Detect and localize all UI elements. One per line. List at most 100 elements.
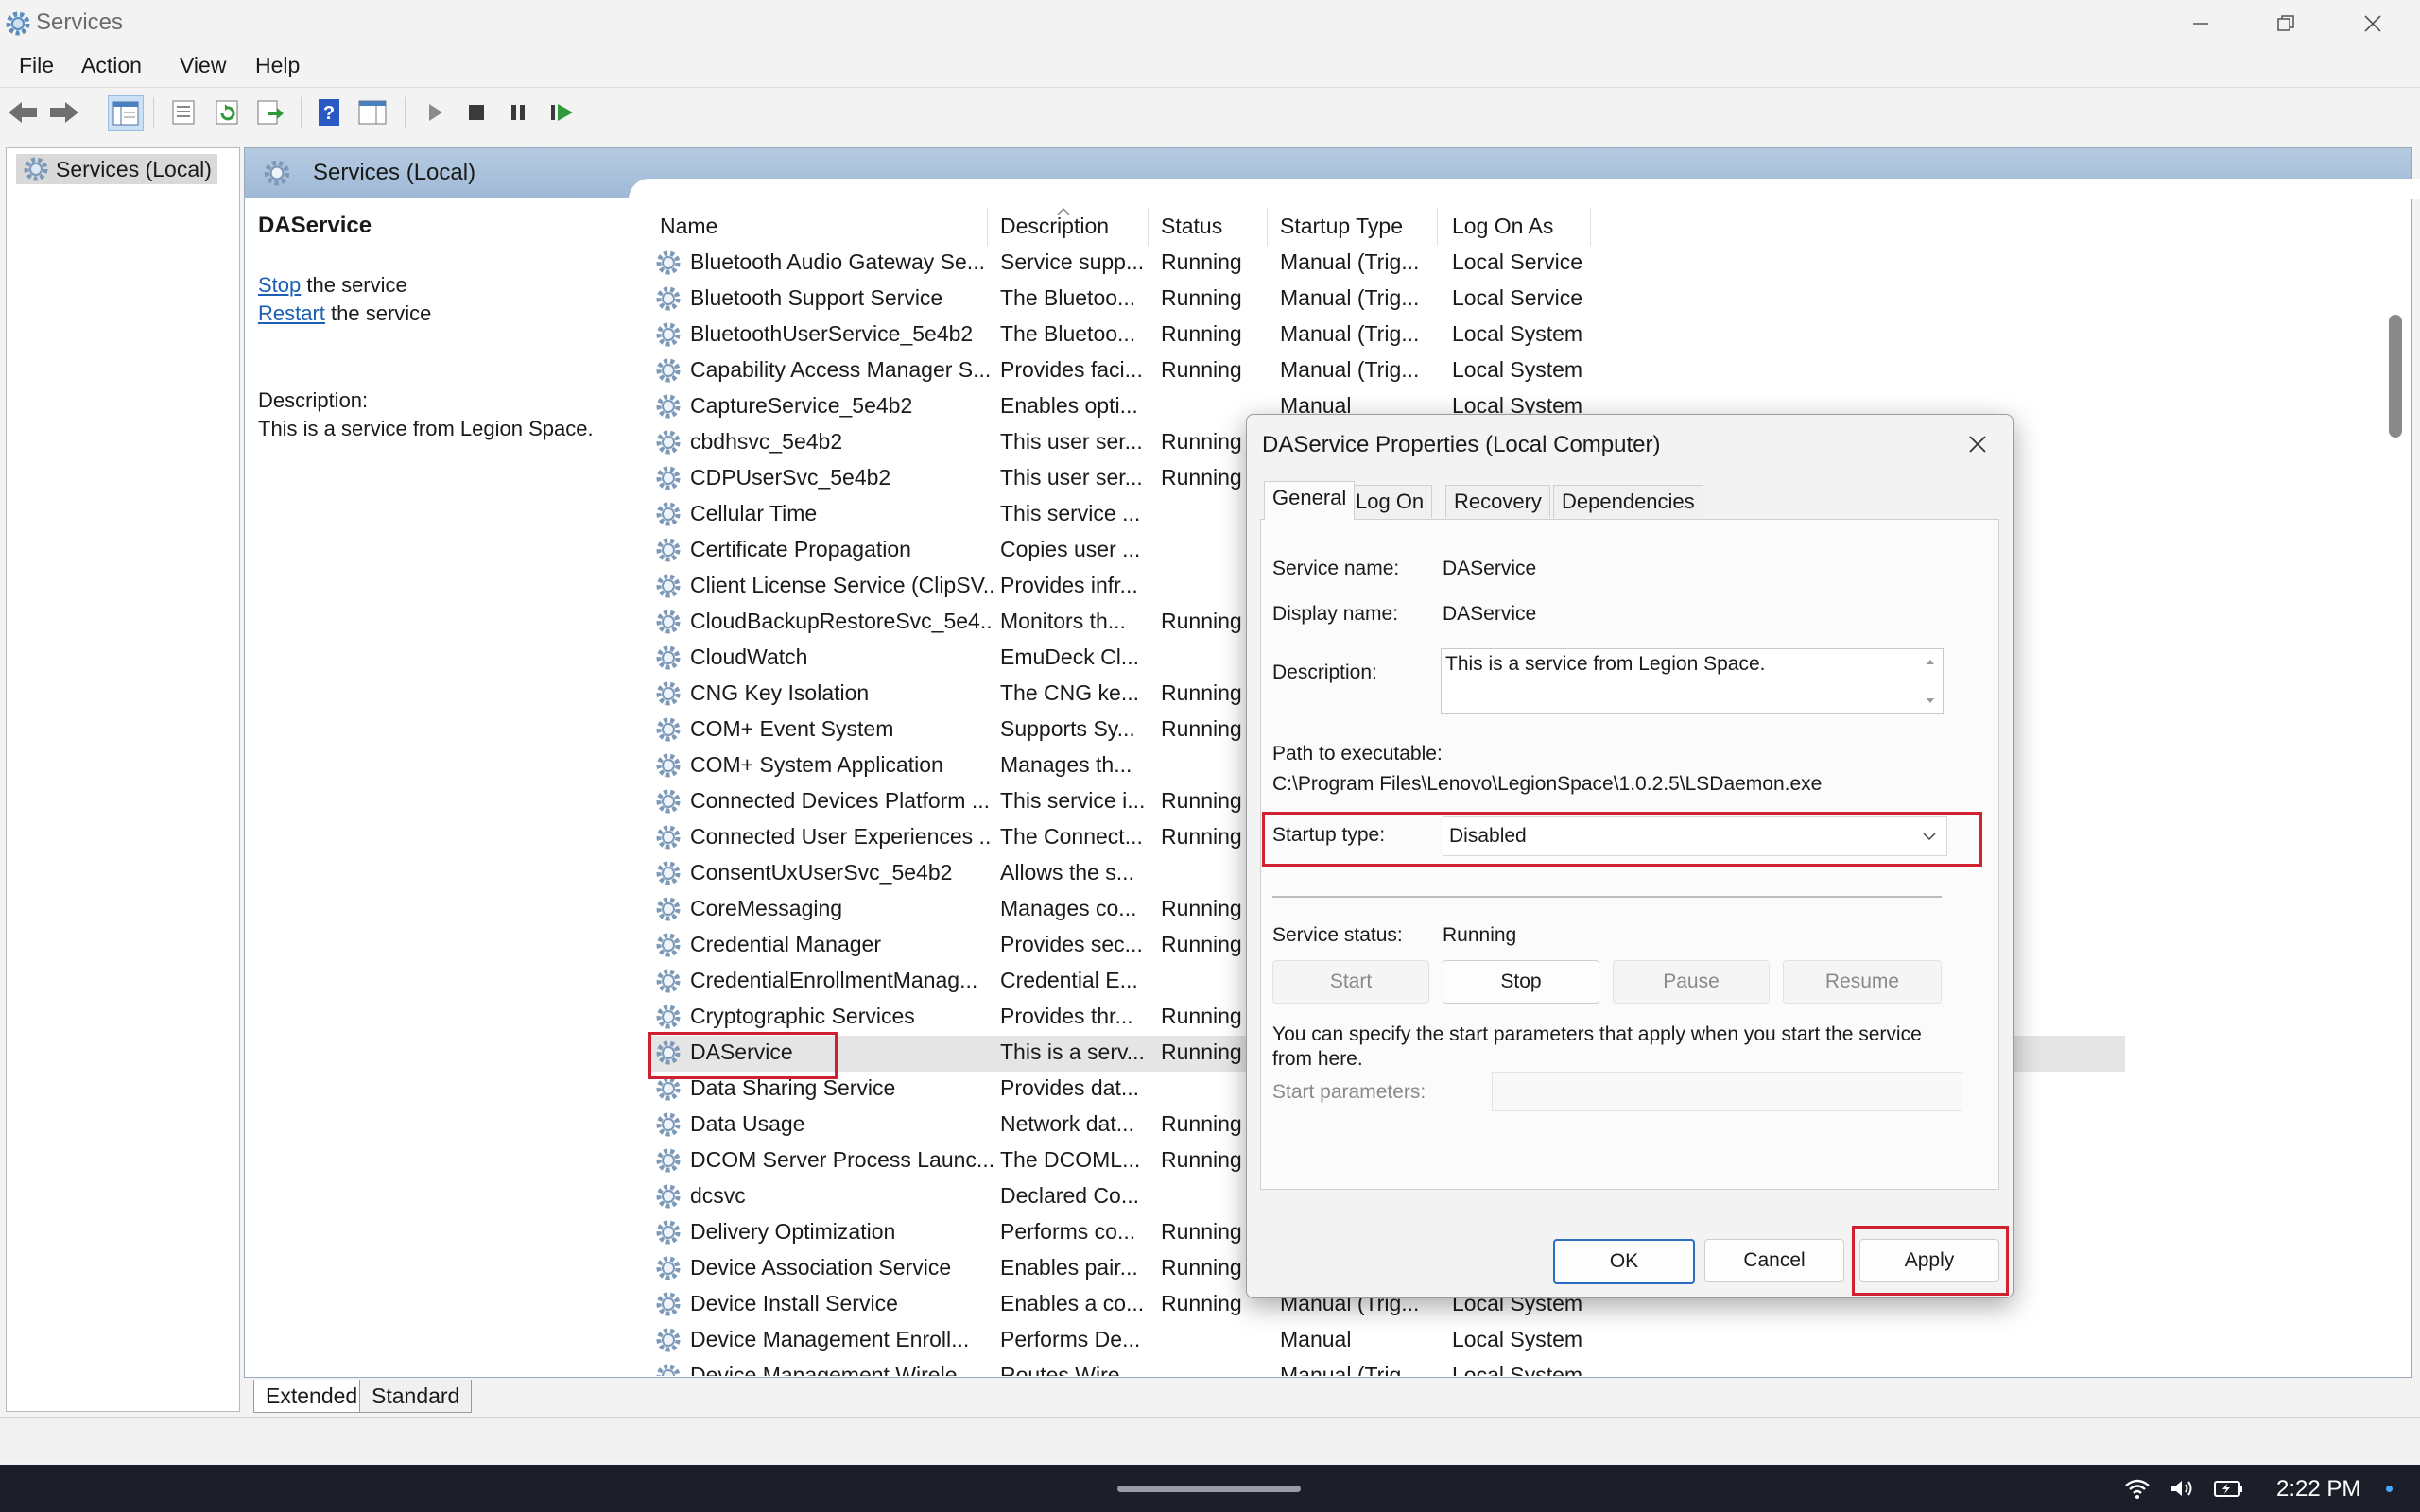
cell-name: DCOM Server Process Launc... — [690, 1147, 993, 1172]
header-curve — [629, 179, 2420, 199]
toolbar-separator — [301, 97, 302, 128]
dialog-close-button[interactable] — [1956, 424, 1999, 464]
tab-recovery[interactable]: Recovery — [1445, 485, 1550, 518]
cell-description: This is a serv... — [1000, 1040, 1145, 1064]
ok-button[interactable]: OK — [1553, 1239, 1695, 1284]
startup-type-value: Disabled — [1449, 825, 1527, 847]
tab-dependencies[interactable]: Dependencies — [1553, 485, 1703, 518]
refresh-button[interactable] — [210, 95, 244, 129]
cell-description: EmuDeck Cl... — [1000, 644, 1139, 669]
service-gear-icon — [656, 502, 681, 526]
pane-header: Services (Local) — [245, 148, 2420, 199]
cell-name: Device Association Service — [690, 1255, 952, 1280]
cell-description: The Bluetoo... — [1000, 285, 1136, 310]
cell-logon: Local System — [1452, 1363, 1583, 1387]
service-gear-icon — [656, 717, 681, 742]
home-indicator[interactable] — [1117, 1486, 1301, 1492]
close-window-button[interactable] — [2329, 0, 2416, 47]
pause-service-button[interactable] — [501, 95, 535, 129]
start-service-button[interactable] — [418, 95, 452, 129]
table-row[interactable]: BluetoothUserService_5e4b2 The Bluetoo...… — [650, 318, 2125, 353]
restore-button[interactable] — [2242, 0, 2329, 47]
service-status-value: Running — [1443, 924, 1517, 946]
column-divider — [1437, 208, 1438, 246]
battery-icon[interactable] — [2214, 1474, 2242, 1503]
cancel-button[interactable]: Cancel — [1704, 1239, 1844, 1282]
cell-name: DAService — [690, 1040, 793, 1064]
start-params-input[interactable] — [1492, 1072, 1962, 1111]
help-icon: ? — [319, 99, 339, 126]
start-button[interactable]: Start — [1272, 960, 1429, 1004]
column-header-description[interactable]: Description — [1000, 214, 1109, 239]
taskbar-clock[interactable]: 2:22 PM — [2276, 1476, 2360, 1503]
cell-startup: Manual (Trig... — [1280, 1363, 1420, 1387]
description-value: This is a service from Legion Space. — [1445, 653, 1766, 675]
menu-action[interactable]: Action — [81, 53, 142, 78]
export-list-button[interactable] — [253, 95, 287, 129]
tab-standard[interactable]: Standard — [359, 1380, 473, 1413]
status-bar — [0, 1418, 2420, 1460]
column-divider — [1590, 208, 1591, 246]
cell-name: Device Management Enroll... — [690, 1327, 970, 1351]
column-header-name[interactable]: Name — [660, 214, 717, 239]
pause-button[interactable]: Pause — [1613, 960, 1770, 1004]
cell-name: COM+ System Application — [690, 752, 943, 777]
table-row[interactable]: Capability Access Manager S... Provides f… — [650, 353, 2125, 389]
start-params-label: Start parameters: — [1272, 1081, 1426, 1103]
resume-button[interactable]: Resume — [1783, 960, 1942, 1004]
services-gear-icon — [24, 157, 48, 181]
cell-startup: Manual (Trig... — [1280, 285, 1420, 310]
show-hide-action-pane-button[interactable] — [355, 95, 389, 129]
show-hide-console-tree-button[interactable] — [108, 95, 144, 131]
service-gear-icon — [656, 789, 681, 814]
table-row[interactable]: Bluetooth Audio Gateway Se... Service sup… — [650, 246, 2125, 282]
restart-icon — [551, 104, 573, 121]
restart-service-button[interactable] — [544, 95, 579, 129]
cell-description: Provides sec... — [1000, 932, 1143, 956]
title-bar: Services — [0, 0, 2420, 47]
tab-general[interactable]: General — [1264, 481, 1356, 520]
tab-extended[interactable]: Extended — [253, 1380, 371, 1413]
table-row[interactable]: Device Management Enroll... Performs De..… — [650, 1323, 2125, 1359]
tab-log-on[interactable]: Log On — [1347, 485, 1433, 518]
cell-description: Allows the s... — [1000, 860, 1134, 885]
column-header-log-on-as[interactable]: Log On As — [1452, 214, 1553, 239]
startup-type-select[interactable]: Disabled — [1443, 816, 1947, 856]
forward-button[interactable] — [47, 95, 81, 129]
menu-file[interactable]: File — [19, 53, 54, 78]
help-button[interactable]: ? — [312, 95, 346, 129]
apply-button[interactable]: Apply — [1859, 1239, 1999, 1282]
service-gear-icon — [656, 394, 681, 419]
back-button[interactable] — [6, 95, 40, 129]
volume-icon[interactable] — [2169, 1474, 2197, 1503]
cell-name: Connected User Experiences ... — [690, 824, 993, 849]
service-gear-icon — [656, 1076, 681, 1101]
column-header-status[interactable]: Status — [1161, 214, 1222, 239]
startup-type-label: Startup type: — [1272, 824, 1386, 846]
tree-item-services-local[interactable]: Services (Local) — [16, 154, 217, 184]
wifi-icon[interactable] — [2123, 1474, 2152, 1503]
description-box[interactable]: This is a service from Legion Space. — [1441, 648, 1944, 714]
cell-name: Data Usage — [690, 1111, 805, 1136]
cell-logon: Local Service — [1452, 249, 1583, 274]
properties-button[interactable] — [166, 95, 200, 129]
service-gear-icon — [656, 825, 681, 850]
minimize-button[interactable] — [2157, 0, 2244, 47]
cell-name: Capability Access Manager S... — [690, 357, 992, 382]
service-gear-icon — [656, 861, 681, 885]
menu-bar: File Action View Help — [0, 49, 2420, 87]
cell-logon: Local Service — [1452, 285, 1583, 310]
service-gear-icon — [656, 969, 681, 993]
service-gear-icon — [656, 322, 681, 347]
cell-startup: Manual (Trig... — [1280, 249, 1420, 274]
menu-help[interactable]: Help — [255, 53, 300, 78]
service-gear-icon — [656, 1256, 681, 1280]
stop-button[interactable]: Stop — [1443, 960, 1599, 1004]
cell-description: Routes Wire... — [1000, 1363, 1138, 1387]
column-header-startup-type[interactable]: Startup Type — [1280, 214, 1403, 239]
table-row[interactable]: Bluetooth Support Service The Bluetoo... R… — [650, 282, 2125, 318]
service-gear-icon — [656, 358, 681, 383]
stop-service-button[interactable] — [459, 95, 493, 129]
menu-view[interactable]: View — [180, 53, 226, 78]
description-scroll-arrows-icon — [1927, 660, 1934, 703]
